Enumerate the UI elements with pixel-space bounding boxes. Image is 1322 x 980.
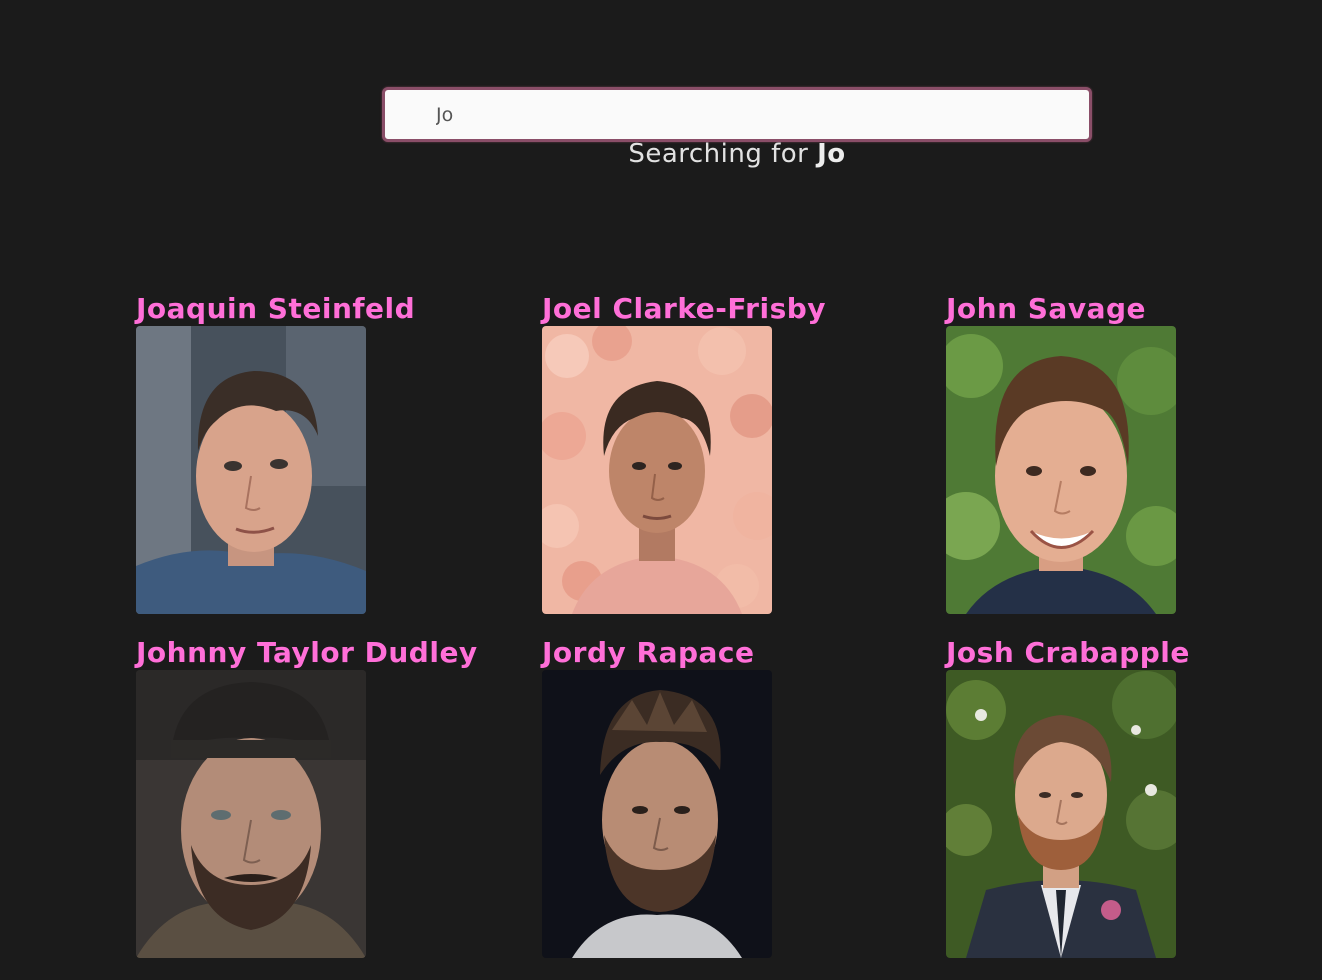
portrait-image — [136, 326, 366, 614]
result-card[interactable]: Jordy Rapace — [542, 636, 922, 958]
search-input[interactable] — [385, 90, 1089, 139]
result-photo[interactable] — [542, 670, 772, 958]
result-card[interactable]: John Savage — [946, 292, 1322, 614]
result-photo[interactable] — [136, 670, 366, 958]
portrait-image — [542, 670, 772, 958]
result-card[interactable]: Joaquin Steinfeld — [136, 292, 516, 614]
result-card[interactable]: Joel Clarke-Frisby — [542, 292, 922, 614]
portrait-image — [946, 326, 1176, 614]
portrait-image — [542, 326, 772, 614]
search-status-prefix: Searching for — [628, 139, 818, 169]
result-name[interactable]: Josh Crabapple — [946, 636, 1322, 670]
result-name[interactable]: Johnny Taylor Dudley — [136, 636, 516, 670]
result-name[interactable]: Joaquin Steinfeld — [136, 292, 516, 326]
search-status-term: Jo — [817, 139, 846, 169]
result-card[interactable]: Josh Crabapple — [946, 636, 1322, 958]
result-photo[interactable] — [946, 670, 1176, 958]
result-photo[interactable] — [946, 326, 1176, 614]
portrait-image — [136, 670, 366, 958]
portrait-image — [946, 670, 1176, 958]
result-name[interactable]: John Savage — [946, 292, 1322, 326]
result-name[interactable]: Jordy Rapace — [542, 636, 922, 670]
search-status: Searching for Jo — [382, 139, 1092, 169]
result-photo[interactable] — [136, 326, 366, 614]
result-card[interactable]: Johnny Taylor Dudley — [136, 636, 516, 958]
search-box[interactable] — [382, 87, 1092, 142]
result-name[interactable]: Joel Clarke-Frisby — [542, 292, 922, 326]
result-photo[interactable] — [542, 326, 772, 614]
